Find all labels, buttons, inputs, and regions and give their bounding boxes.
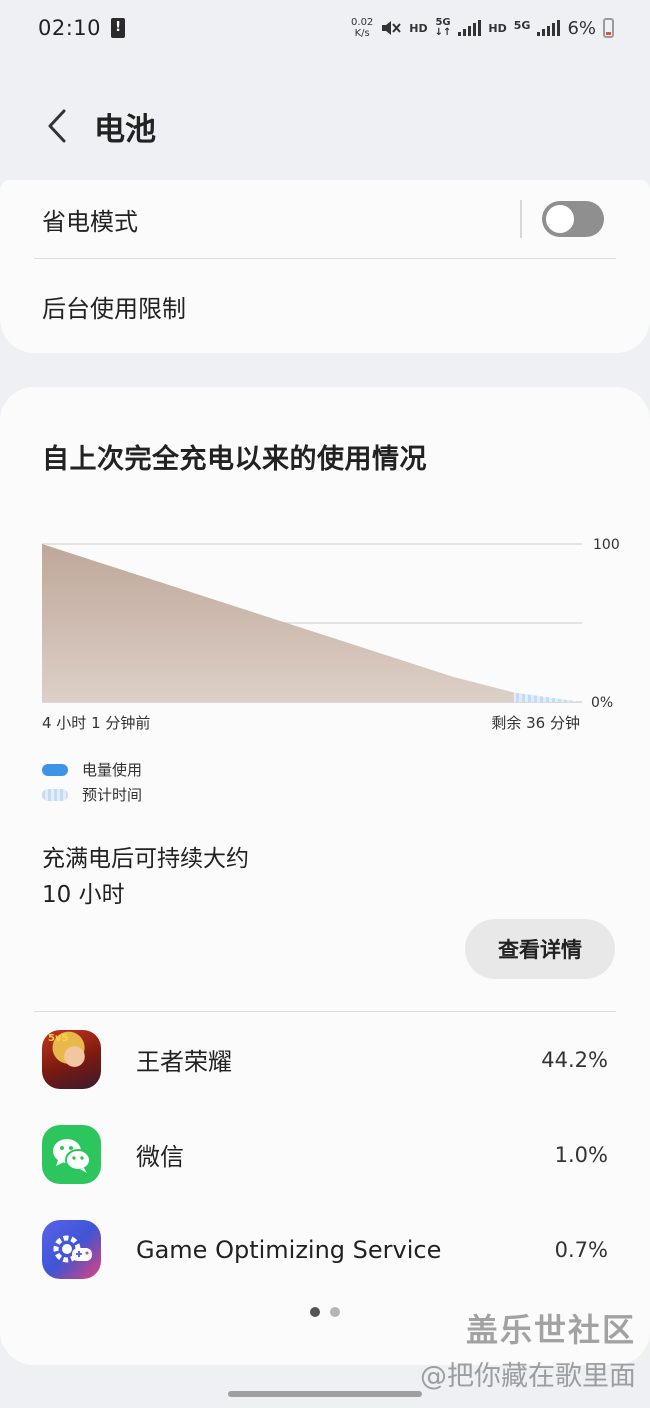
toggle-knob [544,203,576,235]
signal-icon-2 [537,20,561,36]
usage-title: 自上次完全充电以来的使用情况 [42,444,427,475]
data-arrows-icon: ↓↑ [434,27,452,38]
network-speed-value: 0.02 [351,17,374,28]
app-percent: 1.0% [554,1142,608,1167]
home-indicator[interactable] [228,1391,422,1397]
mute-icon [382,21,402,35]
status-bar: 02:10 ! 0.02 K/s HD 5G ↓↑ HD 5G 6% [0,0,650,56]
legend-item-estimated: 预计时间 [42,782,142,807]
back-button[interactable] [22,90,92,162]
battery-estimated-area [513,692,582,702]
page-dot-1[interactable] [310,1307,320,1317]
header: 电池 [0,90,650,162]
hok-badge: 5v5 [48,1033,69,1044]
app-row-game-optimizing-service[interactable]: Game Optimizing Service 0.7% [0,1202,650,1297]
hd-indicator-1: HD [409,21,428,35]
status-left: 02:10 ! [38,16,126,40]
hd-indicator-2: HD [488,21,507,35]
legend-label-used: 电量使用 [82,761,143,779]
5g-indicator-1: 5G ↓↑ [435,18,452,38]
legend-swatch-estimated [42,788,68,801]
settings-card: 省电模式 后台使用限制 [0,180,650,353]
chart-start-time-label: 4 小时 1 分钟前 [42,714,151,732]
app-name: 王者荣耀 [136,1048,232,1076]
app-percent: 0.7% [554,1237,608,1262]
watermark-community: 盖乐世社区 [465,1311,636,1349]
app-name: 微信 [136,1143,184,1171]
signal-icon [458,20,482,36]
power-saving-toggle-wrap [520,200,604,238]
network-speed-unit: K/s [354,28,370,39]
network-speed: 0.02 K/s [351,17,373,39]
estimate-text: 充满电后可持续大约 [42,846,249,872]
battery-usage-chart[interactable]: 100 0% [0,507,650,737]
warning-notification-icon: ! [111,18,126,38]
y-tick-0: 0% [591,695,613,711]
page-dot-2[interactable] [330,1307,340,1317]
honor-of-kings-icon: 5v5 [42,1030,101,1089]
chart-legend: 电量使用 预计时间 [42,757,142,807]
chevron-left-icon [48,109,66,143]
app-usage-list: 5v5 王者荣耀 44.2% 微信 1.0% Game Optimizing S… [0,1012,650,1297]
power-saving-toggle[interactable] [542,201,604,237]
page-title: 电池 [94,111,156,148]
row-divider [34,258,616,259]
watermark-author: @把你藏在歌里面 [420,1361,636,1392]
5g-indicator-2: 5G [513,19,531,32]
background-usage-limits-label: 后台使用限制 [42,294,186,323]
legend-swatch-used [42,763,68,776]
power-saving-row[interactable]: 省电模式 [0,180,650,258]
view-details-button[interactable]: 查看详情 [465,919,615,979]
app-name: Game Optimizing Service [136,1235,442,1264]
app-percent: 44.2% [541,1047,608,1072]
game-optimizing-icon [42,1220,101,1279]
status-right: 0.02 K/s HD 5G ↓↑ HD 5G 6% [351,17,614,39]
battery-icon [603,18,614,38]
status-time: 02:10 [38,16,102,40]
page-indicator [310,1307,340,1317]
app-row-honor-of-kings[interactable]: 5v5 王者荣耀 44.2% [0,1012,650,1107]
wechat-icon [42,1125,101,1184]
battery-percent: 6% [567,17,596,39]
background-usage-limits-row[interactable]: 后台使用限制 [0,260,650,352]
legend-label-estimated: 预计时间 [82,786,143,804]
toggle-divider [520,200,522,238]
y-tick-100: 100 [593,537,620,553]
app-row-wechat[interactable]: 微信 1.0% [0,1107,650,1202]
chart-remaining-time-label: 剩余 36 分钟 [491,714,580,732]
legend-item-used: 电量使用 [42,757,142,782]
power-saving-label: 省电模式 [42,207,138,236]
estimate-duration: 10 小时 [42,882,125,908]
usage-card: 自上次完全充电以来的使用情况 100 0% 4 小时 1 分钟前 剩余 36 分… [0,387,650,1365]
